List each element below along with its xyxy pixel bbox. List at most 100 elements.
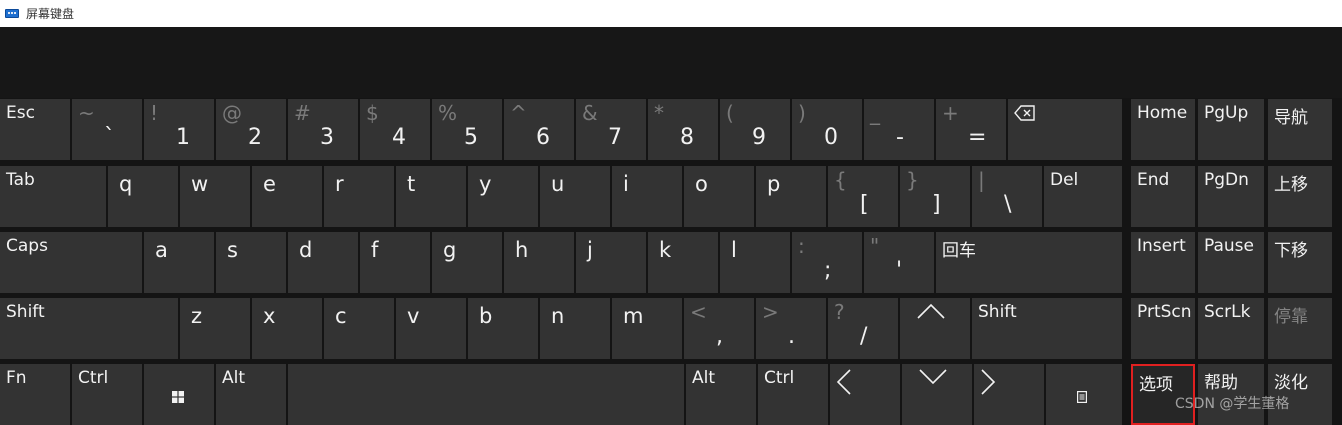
- key-y[interactable]: y: [468, 166, 538, 227]
- key-main-symbol: 8: [680, 125, 694, 150]
- key-semicolon[interactable]: :;: [792, 232, 862, 293]
- key-letter: e: [263, 172, 276, 196]
- context-menu-key[interactable]: [1046, 364, 1122, 425]
- arrow-left-key[interactable]: [830, 364, 900, 425]
- arrow-down-key[interactable]: [902, 364, 972, 425]
- arrow-down-icon: [918, 368, 948, 390]
- key-b[interactable]: b: [468, 298, 538, 359]
- pgup-key[interactable]: PgUp: [1198, 99, 1264, 160]
- key-k[interactable]: k: [648, 232, 718, 293]
- key-2[interactable]: @2: [216, 99, 286, 160]
- home-key[interactable]: Home: [1131, 99, 1195, 160]
- key-q[interactable]: q: [108, 166, 178, 227]
- key-right-bracket[interactable]: }]: [900, 166, 970, 227]
- key-f[interactable]: f: [360, 232, 430, 293]
- key-left-bracket[interactable]: {[: [828, 166, 898, 227]
- key-label: Shift: [978, 302, 1017, 322]
- key-0[interactable]: ) 0: [792, 99, 862, 160]
- side-key-label: Insert: [1137, 236, 1186, 256]
- key-z[interactable]: z: [180, 298, 250, 359]
- key-o[interactable]: o: [684, 166, 754, 227]
- key-backslash[interactable]: | \: [972, 166, 1042, 227]
- key-shift-symbol: &: [582, 101, 598, 125]
- side-key-label: 下移: [1274, 241, 1308, 261]
- nav-key[interactable]: 导航: [1268, 99, 1332, 160]
- arrow-right-key[interactable]: [974, 364, 1044, 425]
- key-c[interactable]: c: [324, 298, 394, 359]
- alt-key[interactable]: Alt: [216, 364, 286, 425]
- move-down-key[interactable]: 下移: [1268, 232, 1332, 293]
- key-5[interactable]: % 5: [432, 99, 502, 160]
- side-key-label: 导航: [1274, 108, 1308, 128]
- arrow-up-key[interactable]: [900, 298, 970, 359]
- caps-key[interactable]: Caps: [0, 232, 142, 293]
- key-letter: v: [407, 304, 420, 328]
- key-main-symbol: 2: [248, 125, 262, 150]
- key-comma[interactable]: <,: [684, 298, 754, 359]
- alt-key[interactable]: Alt: [686, 364, 756, 425]
- pause-key[interactable]: Pause: [1198, 232, 1264, 293]
- key-1[interactable]: ! 1: [144, 99, 214, 160]
- shift-key[interactable]: Shift: [972, 298, 1122, 359]
- scrlk-key[interactable]: ScrLk: [1198, 298, 1264, 359]
- key-6[interactable]: ^ 6: [504, 99, 574, 160]
- key-label: Caps: [6, 236, 48, 256]
- key-label: Tab: [6, 170, 35, 190]
- pgdn-key[interactable]: PgDn: [1198, 166, 1264, 227]
- del-key[interactable]: Del: [1044, 166, 1122, 227]
- prtscn-key[interactable]: PrtScn: [1131, 298, 1195, 359]
- ctrl-key[interactable]: Ctrl: [758, 364, 828, 425]
- backspace-key[interactable]: [1008, 99, 1122, 160]
- key-shift-symbol: $: [366, 101, 379, 125]
- key-i[interactable]: i: [612, 166, 682, 227]
- key-e[interactable]: e: [252, 166, 322, 227]
- windows-key[interactable]: [144, 364, 214, 425]
- key-m[interactable]: m: [612, 298, 682, 359]
- key-7[interactable]: & 7: [576, 99, 646, 160]
- key-label: Alt: [222, 368, 246, 388]
- side-key-label: 帮助: [1204, 373, 1238, 393]
- tab-key[interactable]: Tab: [0, 166, 106, 227]
- key-d[interactable]: d: [288, 232, 358, 293]
- key-j[interactable]: j: [576, 232, 646, 293]
- key-l[interactable]: l: [720, 232, 790, 293]
- key-slash[interactable]: ? /: [828, 298, 898, 359]
- key-p[interactable]: p: [756, 166, 826, 227]
- end-key[interactable]: End: [1131, 166, 1195, 227]
- esc-key[interactable]: Esc: [0, 99, 70, 160]
- key-period[interactable]: >.: [756, 298, 826, 359]
- move-up-key[interactable]: 上移: [1268, 166, 1332, 227]
- fn-key[interactable]: Fn: [0, 364, 70, 425]
- key-n[interactable]: n: [540, 298, 610, 359]
- key-x[interactable]: x: [252, 298, 322, 359]
- key-backtick[interactable]: ~ `: [72, 99, 142, 160]
- key-s[interactable]: s: [216, 232, 286, 293]
- key-a[interactable]: a: [144, 232, 214, 293]
- ctrl-key[interactable]: Ctrl: [72, 364, 142, 425]
- key-h[interactable]: h: [504, 232, 574, 293]
- key-3[interactable]: #3: [288, 99, 358, 160]
- key-u[interactable]: u: [540, 166, 610, 227]
- key-9[interactable]: (9: [720, 99, 790, 160]
- key-main-symbol: 0: [824, 125, 838, 150]
- key-shift-symbol: {: [834, 168, 847, 192]
- shift-key[interactable]: Shift: [0, 298, 178, 359]
- key-quote[interactable]: " ': [864, 232, 934, 293]
- key-minus[interactable]: _ -: [864, 99, 934, 160]
- key-w[interactable]: w: [180, 166, 250, 227]
- key-4[interactable]: $4: [360, 99, 430, 160]
- key-letter: p: [767, 172, 781, 196]
- enter-key[interactable]: 回车: [936, 232, 1122, 293]
- insert-key[interactable]: Insert: [1131, 232, 1195, 293]
- space-key[interactable]: [288, 364, 684, 425]
- key-equals[interactable]: + =: [936, 99, 1006, 160]
- backspace-icon: [1014, 105, 1036, 125]
- key-v[interactable]: v: [396, 298, 466, 359]
- key-shift-symbol: *: [654, 101, 664, 125]
- key-t[interactable]: t: [396, 166, 466, 227]
- key-shift-symbol: |: [978, 168, 985, 192]
- key-letter: y: [479, 172, 492, 196]
- key-8[interactable]: * 8: [648, 99, 718, 160]
- key-g[interactable]: g: [432, 232, 502, 293]
- key-r[interactable]: r: [324, 166, 394, 227]
